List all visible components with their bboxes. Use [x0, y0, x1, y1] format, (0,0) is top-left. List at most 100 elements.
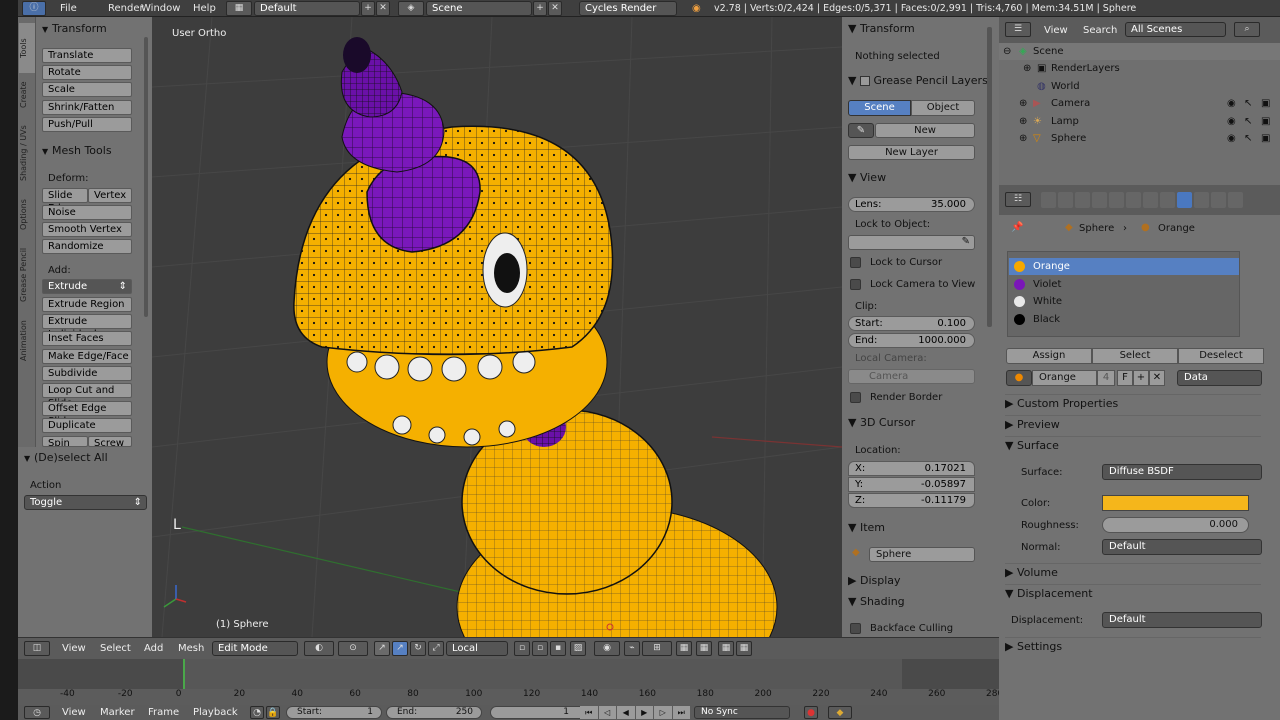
search-icon[interactable]: ⌕: [1234, 22, 1260, 37]
scene-icon[interactable]: ◈: [398, 1, 424, 16]
outliner-view-menu[interactable]: View: [1044, 25, 1068, 36]
world-tab-icon[interactable]: [1092, 192, 1107, 208]
eyedropper-icon[interactable]: ✎: [962, 236, 970, 247]
make-edge-face-button[interactable]: Make Edge/Face: [42, 349, 132, 364]
loop-cut-button[interactable]: Loop Cut and Slide: [42, 383, 132, 409]
transform-header[interactable]: ▼ Transform: [42, 21, 107, 37]
snap-icon[interactable]: ⌁: [624, 641, 640, 656]
translate-manipulator-icon[interactable]: ↗: [392, 641, 408, 656]
layer-icon[interactable]: ▫: [532, 641, 548, 656]
transform-section[interactable]: ▼ Transform: [848, 21, 915, 37]
operator-header[interactable]: ▼ (De)select All: [24, 450, 108, 466]
add-scene-icon[interactable]: +: [533, 1, 547, 16]
end-frame-field[interactable]: End: 250: [386, 706, 482, 719]
cursor-z-field[interactable]: Z: -0.11179: [848, 493, 975, 508]
randomize-button[interactable]: Randomize: [42, 239, 132, 254]
edge-select-icon[interactable]: ▨: [570, 641, 586, 656]
lock-object-field[interactable]: ✎: [848, 235, 975, 250]
view-section[interactable]: ▼ View: [848, 170, 886, 186]
tab-create[interactable]: Create: [19, 75, 35, 115]
offset-edge-slide-button[interactable]: Offset Edge Slide: [42, 401, 132, 427]
shading-section[interactable]: ▼ Shading: [848, 594, 905, 610]
select-button[interactable]: Select: [1092, 348, 1178, 364]
mode-select[interactable]: Edit Mode: [212, 641, 298, 656]
preview-range-icon[interactable]: ◔: [250, 706, 264, 719]
scene-field[interactable]: Scene: [426, 1, 532, 16]
npanel-scrollbar[interactable]: [987, 27, 992, 327]
layers-tab-icon[interactable]: [1058, 192, 1073, 208]
jump-end-icon[interactable]: ⏭: [672, 706, 690, 719]
layout-field[interactable]: Default: [254, 1, 360, 16]
preview-section[interactable]: ▶ Preview: [1005, 415, 1261, 433]
object-tab-icon[interactable]: [1109, 192, 1124, 208]
clip-start-field[interactable]: Start: 0.100: [848, 316, 975, 331]
settings-section[interactable]: ▶ Settings: [1005, 637, 1261, 655]
item-name-field[interactable]: Sphere: [869, 547, 975, 562]
outliner-row-scene[interactable]: ⊖ ◈ Scene: [999, 43, 1280, 60]
rotate-button[interactable]: Rotate: [42, 65, 132, 80]
duplicate-button[interactable]: Duplicate: [42, 418, 132, 433]
volume-section[interactable]: ▶ Volume: [1005, 563, 1261, 581]
action-select[interactable]: Toggle ⇕: [24, 495, 147, 510]
tab-tools[interactable]: Tools: [19, 23, 35, 73]
render-icon[interactable]: ▣: [1261, 95, 1270, 112]
surface-shader-select[interactable]: Diffuse BSDF: [1102, 464, 1262, 480]
remove-layout-icon[interactable]: ✕: [376, 1, 390, 16]
play-icon[interactable]: ▶: [635, 706, 653, 719]
tl-view-menu[interactable]: View: [62, 707, 86, 718]
fake-user-button[interactable]: F: [1117, 370, 1133, 386]
tl-frame-menu[interactable]: Frame: [148, 707, 179, 718]
pin-icon[interactable]: 📌: [1011, 222, 1023, 233]
clip-end-field[interactable]: End: 1000.000: [848, 333, 975, 348]
gp-checkbox[interactable]: [859, 76, 870, 86]
properties-editor-icon[interactable]: ☷: [1005, 192, 1031, 207]
tool-scrollbar[interactable]: [144, 37, 148, 317]
assign-button[interactable]: Assign: [1006, 348, 1092, 364]
gp-object-button[interactable]: Object: [911, 100, 975, 116]
particles-tab-icon[interactable]: [1211, 192, 1226, 208]
outliner-row-sphere[interactable]: ⊕ ▽ Sphere ◉ ↖ ▣: [999, 130, 1280, 147]
outliner-row-renderlayers[interactable]: ⊕ ▣ RenderLayers: [999, 60, 1280, 77]
timeline-editor-icon[interactable]: ◷: [24, 706, 50, 719]
play-reverse-icon[interactable]: ◀: [617, 706, 635, 719]
prev-key-icon[interactable]: ◁: [598, 706, 616, 719]
material-slot-row[interactable]: Violet: [1009, 276, 1239, 293]
pencil-icon[interactable]: ✎: [848, 123, 874, 138]
pivot-icon[interactable]: ⊙: [338, 641, 368, 656]
texture-tab-icon[interactable]: [1194, 192, 1209, 208]
orientation-select[interactable]: Local: [446, 641, 508, 656]
scene-tab-icon[interactable]: [1075, 192, 1090, 208]
unlink-material-icon[interactable]: ✕: [1149, 370, 1165, 386]
noise-button[interactable]: Noise: [42, 205, 132, 220]
eye-icon[interactable]: ◉: [1227, 113, 1236, 130]
screw-button[interactable]: Screw: [88, 436, 132, 447]
layer-icon[interactable]: ▫: [514, 641, 530, 656]
physics-tab-icon[interactable]: [1228, 192, 1243, 208]
data-tab-icon[interactable]: [1160, 192, 1175, 208]
outliner-row-camera[interactable]: ⊕ ▶ Camera ◉ ↖ ▣: [999, 95, 1280, 112]
next-key-icon[interactable]: ▷: [654, 706, 672, 719]
tl-playback-menu[interactable]: Playback: [193, 707, 238, 718]
lock-cursor-checkbox[interactable]: [850, 257, 861, 268]
local-camera-field[interactable]: Camera: [848, 369, 975, 384]
3d-viewport[interactable]: User Ortho (1) Sphere L: [152, 17, 842, 637]
grease-pencil-section[interactable]: ▼ Grease Pencil Layers: [848, 73, 988, 89]
3d-editor-icon[interactable]: ◫: [24, 641, 50, 656]
render-border-checkbox[interactable]: [850, 392, 861, 403]
cursor-y-field[interactable]: Y: -0.05897: [848, 477, 975, 492]
translate-button[interactable]: Translate: [42, 48, 132, 63]
timeline[interactable]: -40 -20 0 20 40 60 80 100 120 140 160 180 200 220 240 2…: [18, 659, 1003, 705]
material-slot-row[interactable]: Orange: [1009, 258, 1239, 275]
render-preview-icon[interactable]: ▦: [676, 641, 692, 656]
layout-icon[interactable]: ▦: [226, 1, 252, 16]
smooth-vertex-button[interactable]: Smooth Vertex: [42, 222, 132, 237]
custom-properties-section[interactable]: ▶ Custom Properties: [1005, 394, 1261, 412]
add-material-icon[interactable]: +: [1133, 370, 1149, 386]
backface-checkbox[interactable]: [850, 623, 861, 634]
surface-color-swatch[interactable]: [1102, 495, 1249, 511]
eye-icon[interactable]: ◉: [1227, 130, 1236, 147]
3d-cursor-section[interactable]: ▼ 3D Cursor: [848, 415, 915, 431]
extrude-individual-button[interactable]: Extrude Individual: [42, 314, 132, 340]
extrude-menu[interactable]: Extrude ⇕: [42, 279, 132, 294]
inset-faces-button[interactable]: Inset Faces: [42, 331, 132, 346]
